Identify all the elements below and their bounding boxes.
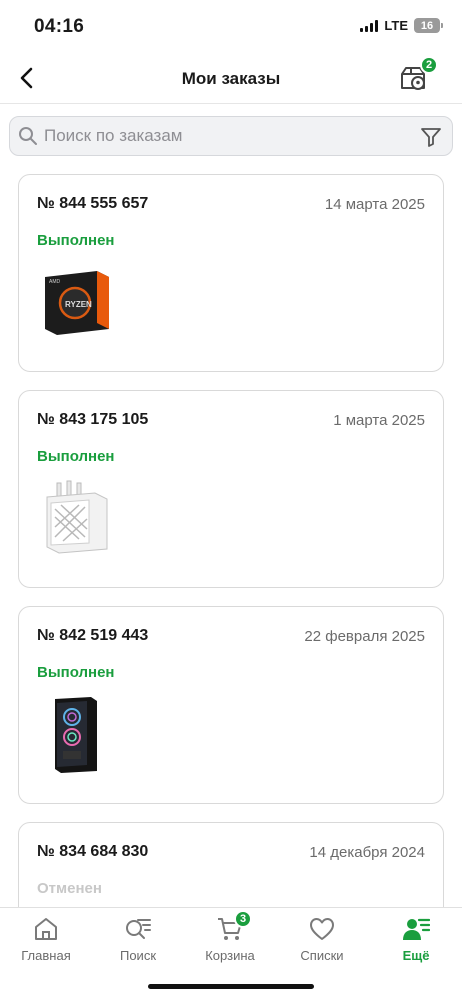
tab-search[interactable]: Поиск bbox=[98, 914, 178, 963]
tab-home[interactable]: Главная bbox=[6, 914, 86, 963]
tab-label: Поиск bbox=[119, 948, 157, 963]
home-icon bbox=[35, 918, 57, 940]
tab-cart[interactable]: 3 Корзина bbox=[190, 910, 270, 963]
tab-label: Главная bbox=[21, 948, 71, 963]
order-number: № 843 175 105 bbox=[37, 411, 149, 428]
order-date: 1 марта 2025 bbox=[333, 412, 425, 429]
profile-menu-icon bbox=[403, 918, 430, 940]
search-list-icon bbox=[126, 919, 151, 939]
cart-badge: 3 bbox=[234, 910, 252, 928]
order-status: Выполнен bbox=[37, 232, 115, 249]
order-number: № 834 684 830 bbox=[37, 843, 149, 860]
pc-case-image bbox=[55, 697, 97, 773]
signal-icon bbox=[360, 19, 379, 32]
tab-more[interactable]: Ещё bbox=[376, 914, 456, 963]
order-date: 14 марта 2025 bbox=[324, 196, 425, 213]
order-card[interactable]: № 842 519 443 22 февраля 2025 Выполнен bbox=[18, 606, 444, 804]
svg-text:AMD: AMD bbox=[49, 279, 61, 285]
orders-list: № 844 555 657 14 марта 2025 Выполнен RYZ… bbox=[0, 172, 462, 907]
tab-lists[interactable]: Списки bbox=[282, 914, 362, 963]
tab-label: Корзина bbox=[205, 948, 255, 963]
page-title: Мои заказы bbox=[181, 69, 281, 88]
order-status: Выполнен bbox=[37, 448, 115, 465]
order-date: 14 декабря 2024 bbox=[309, 844, 425, 861]
home-indicator bbox=[148, 984, 314, 989]
status-time: 04:16 bbox=[34, 16, 85, 37]
power-supply-image bbox=[46, 480, 108, 554]
nav-bar: Мои заказы 2 bbox=[0, 52, 462, 104]
search-bar bbox=[9, 116, 453, 156]
order-date: 22 февраля 2025 bbox=[304, 628, 425, 645]
order-number: № 844 555 657 bbox=[37, 195, 149, 212]
search-icon bbox=[19, 127, 37, 145]
order-card[interactable]: № 844 555 657 14 марта 2025 Выполнен RYZ… bbox=[18, 174, 444, 372]
cpu-box-image: RYZEN AMD bbox=[45, 271, 109, 335]
svg-text:RYZEN: RYZEN bbox=[65, 300, 92, 309]
order-card[interactable]: № 834 684 830 14 декабря 2024 Отменен bbox=[18, 822, 444, 907]
tab-label: Ещё bbox=[402, 948, 430, 963]
order-card[interactable]: № 843 175 105 1 марта 2025 Выполнен bbox=[18, 390, 444, 588]
order-number: № 842 519 443 bbox=[37, 627, 149, 644]
order-tracking-button[interactable]: 2 bbox=[398, 56, 438, 94]
battery-icon: 16 bbox=[414, 18, 443, 33]
status-indicators: LTE 16 bbox=[360, 18, 443, 33]
heart-icon bbox=[310, 918, 334, 940]
filter-icon[interactable] bbox=[420, 126, 442, 148]
tracking-badge: 2 bbox=[420, 56, 438, 74]
order-status: Отменен bbox=[37, 880, 102, 897]
status-bar: 04:16 LTE 16 bbox=[0, 0, 462, 52]
order-status: Выполнен bbox=[37, 664, 115, 681]
network-label: LTE bbox=[384, 18, 408, 33]
tab-label: Списки bbox=[300, 948, 344, 963]
search-input[interactable] bbox=[44, 126, 404, 146]
